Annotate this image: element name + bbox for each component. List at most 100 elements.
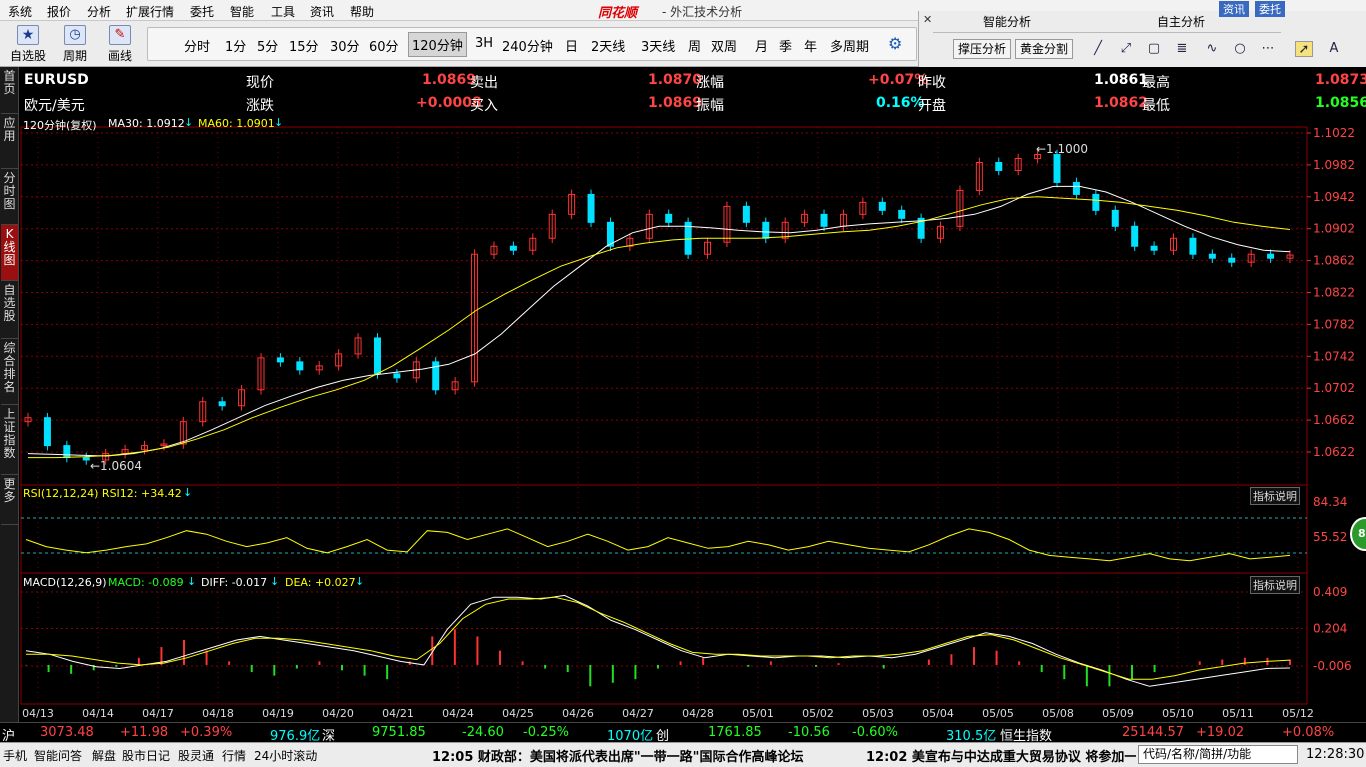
date-label: 05/08 xyxy=(1042,707,1074,720)
candle-down xyxy=(63,445,71,459)
price-tick-label: 1.0702 xyxy=(1313,381,1355,395)
date-label: 04/14 xyxy=(82,707,114,720)
hs-pct: +0.08% xyxy=(1282,725,1335,740)
date-label: 04/27 xyxy=(622,707,654,720)
ma60-label: MA60: 1.0901 xyxy=(198,117,275,130)
bottom-24h[interactable]: 24小时滚动 xyxy=(254,747,317,764)
price-tick-label: 1.0862 xyxy=(1313,254,1355,268)
code-search-input[interactable]: 代码/名称/简拼/功能 xyxy=(1138,745,1298,764)
candle-down xyxy=(1267,253,1275,259)
price-panel-frame xyxy=(20,126,1308,486)
cy-change: -10.56 xyxy=(788,725,830,740)
date-label: 05/01 xyxy=(742,707,774,720)
diff-value: DIFF: -0.017 xyxy=(201,576,268,589)
clock: 12:28:30 xyxy=(1306,747,1365,762)
bottom-bar: 手机 智能问答 解盘 股市日记 股灵通 行情 24小时滚动 12:05 财政部：… xyxy=(0,742,1366,767)
date-label: 04/20 xyxy=(322,707,354,720)
date-label: 04/28 xyxy=(682,707,714,720)
rsi-tick-label: 55.52 xyxy=(1313,530,1347,544)
ma30-arrow-icon: ↓ xyxy=(184,116,194,129)
date-label: 05/12 xyxy=(1282,707,1314,720)
price-tick-label: 1.1022 xyxy=(1313,126,1355,140)
candle-down xyxy=(1208,253,1216,259)
rsi-tick-label: 84.34 xyxy=(1313,495,1347,509)
candle-down xyxy=(43,417,51,447)
date-label: 04/25 xyxy=(502,707,534,720)
sh-change: +11.98 xyxy=(120,725,169,740)
candle-down xyxy=(995,162,1003,171)
rsi-info-button[interactable]: 指标说明 xyxy=(1250,487,1300,505)
ma-period-label: 120分钟(复权) xyxy=(23,119,97,132)
dea-value: DEA: +0.027 xyxy=(285,576,356,589)
news-ticker-1[interactable]: 12:05 财政部：美国将派代表出席"一带一路"国际合作高峰论坛 xyxy=(432,746,803,765)
macd-tick-label: 0.409 xyxy=(1313,585,1347,599)
ma60-arrow-icon: ↓ xyxy=(274,116,284,129)
macd-info-button[interactable]: 指标说明 xyxy=(1250,576,1300,594)
ma30-label: MA30: 1.0912 xyxy=(108,117,185,130)
sz-value: 9751.85 xyxy=(372,725,426,740)
price-tick-label: 1.0982 xyxy=(1313,158,1355,172)
candle-down xyxy=(762,221,770,239)
candle-down xyxy=(1053,154,1061,183)
date-label: 05/03 xyxy=(862,707,894,720)
kline-chart[interactable]: 1.1022 1.0982 1.0942 1.0902 1.0862 1.0822 1.07… xyxy=(0,0,1366,767)
news-ticker-2[interactable]: 12:02 美宣布与中达成重大贸易协议 将参加一带 xyxy=(866,746,1136,765)
price-tick-label: 1.0902 xyxy=(1313,222,1355,236)
macd-value: MACD: -0.089 xyxy=(108,576,184,589)
bottom-gulingtong[interactable]: 股灵通 xyxy=(178,747,214,764)
cy-pct: -0.60% xyxy=(852,725,898,740)
bottom-mobile[interactable]: 手机 xyxy=(3,747,27,764)
diff-line xyxy=(25,594,1291,687)
candle-down xyxy=(82,457,90,461)
date-label: 05/02 xyxy=(802,707,834,720)
date-label: 05/05 xyxy=(982,707,1014,720)
date-label: 05/10 xyxy=(1162,707,1194,720)
candle-down xyxy=(276,357,284,363)
price-tick-label: 1.0622 xyxy=(1313,445,1355,459)
price-tick-label: 1.0942 xyxy=(1313,190,1355,204)
date-label: 05/09 xyxy=(1102,707,1134,720)
macd-title: MACD(12,26,9) xyxy=(23,576,107,589)
candle-down xyxy=(218,401,226,407)
date-label: 04/19 xyxy=(262,707,294,720)
candle-down xyxy=(1189,237,1197,255)
macd-arrow-icon: ↓ xyxy=(187,575,197,588)
candle-down xyxy=(1150,245,1158,251)
bottom-diary[interactable]: 股市日记 xyxy=(122,747,170,764)
hs-value: 25144.57 xyxy=(1122,725,1185,740)
rsi-line xyxy=(25,528,1291,562)
candle-down xyxy=(684,221,692,255)
rsi-arrow-icon: ↓ xyxy=(183,486,193,499)
candle-down xyxy=(820,213,828,227)
candle-down xyxy=(665,213,673,223)
cy-value: 1761.85 xyxy=(708,725,762,740)
candle-down xyxy=(1111,209,1119,227)
macd-tick-label: -0.006 xyxy=(1313,659,1352,673)
bottom-market[interactable]: 行情 xyxy=(222,747,246,764)
price-tick-label: 1.0742 xyxy=(1313,349,1355,363)
date-label: 04/21 xyxy=(382,707,414,720)
candle-down xyxy=(742,205,750,223)
candle-down xyxy=(1131,225,1139,247)
app-window: 系统 报价 分析 扩展行情 委托 智能 工具 资讯 帮助 同花顺 - 外汇技术分… xyxy=(0,0,1366,767)
price-tick-label: 1.0822 xyxy=(1313,286,1355,300)
date-label: 04/13 xyxy=(22,707,54,720)
candle-down xyxy=(878,201,886,211)
high-annotation: ←1.1000 xyxy=(1036,142,1088,156)
rsi-label: RSI(12,12,24) RSI12: +34.42 xyxy=(23,487,182,500)
date-label: 04/24 xyxy=(442,707,474,720)
ma60-line xyxy=(28,196,1291,459)
date-label: 04/18 xyxy=(202,707,234,720)
sz-pct: -0.25% xyxy=(523,725,569,740)
bottom-qa[interactable]: 智能问答 xyxy=(34,747,82,764)
ma30-line xyxy=(27,185,1291,457)
macd-panel-frame xyxy=(20,572,1308,705)
candle-down xyxy=(296,361,304,371)
macd-tick-label: 0.204 xyxy=(1313,622,1347,636)
price-tick-label: 1.0782 xyxy=(1313,317,1355,331)
dea-arrow-icon: ↓ xyxy=(355,575,365,588)
sh-pct: +0.39% xyxy=(180,725,233,740)
candle-down xyxy=(509,245,517,251)
bottom-analysis[interactable]: 解盘 xyxy=(92,747,116,764)
hs-change: +19.02 xyxy=(1196,725,1245,740)
